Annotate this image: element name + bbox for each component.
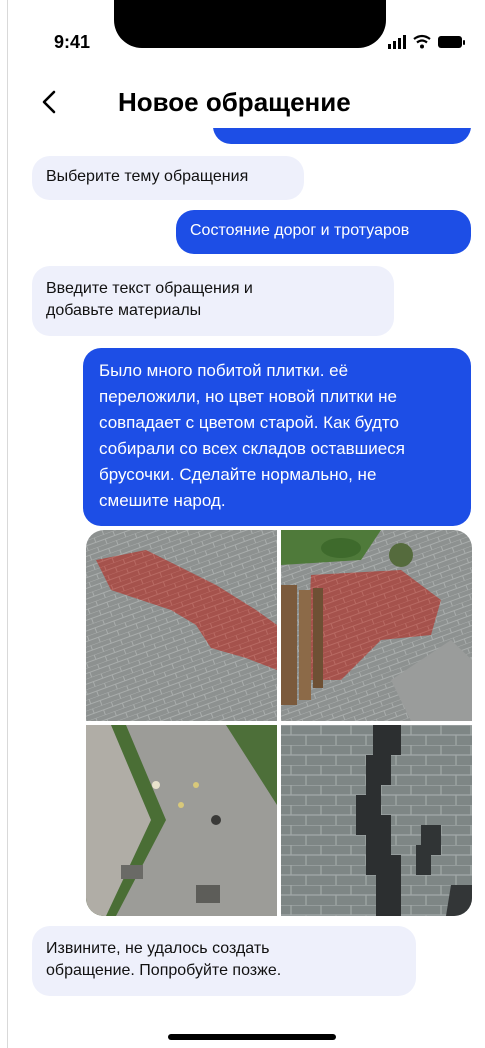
battery-icon xyxy=(438,36,465,48)
message-bot-text-prompt: Введите текст обращения и добавьте матер… xyxy=(32,266,394,336)
message-user-topic: Состояние дорог и тротуаров xyxy=(176,210,471,254)
page-title: Новое обращение xyxy=(118,87,351,117)
photo-attachment[interactable] xyxy=(86,725,277,916)
message-text-line: смешите народ. xyxy=(99,491,226,510)
photo-attachment[interactable] xyxy=(86,530,277,721)
page-header: Новое обращение xyxy=(8,80,484,128)
message-text: Состояние дорог и тротуаров xyxy=(190,222,410,239)
message-bot-error: Извините, не удалось создать обращение. … xyxy=(32,926,416,996)
status-time: 9:41 xyxy=(54,32,91,52)
message-text-line: Было много побитой плитки. её xyxy=(99,361,349,380)
message-bot-topic-prompt: Выберите тему обращения xyxy=(32,156,304,200)
message-bubble-partial xyxy=(213,128,471,144)
photo-attachments-grid xyxy=(86,530,472,916)
chat-thread[interactable]: Выберите тему обращения Состояние дорог … xyxy=(8,128,484,1028)
back-chevron-icon[interactable] xyxy=(36,88,64,116)
message-text: Выберите тему обращения xyxy=(46,168,249,185)
message-text-line: добавьте материалы xyxy=(46,302,202,319)
message-text-line: переложили, но цвет новой плитки не xyxy=(99,387,397,406)
phone-screen: 9:41 Новое обращение Выберите тему обращ… xyxy=(7,0,484,1048)
message-text-line: Введите текст обращения и xyxy=(46,280,253,297)
camera-notch xyxy=(114,0,386,48)
message-text-line: собирали со всех складов оставшиеся xyxy=(99,439,405,458)
home-indicator[interactable] xyxy=(168,1034,336,1040)
message-text-line: Извините, не удалось создать xyxy=(46,940,270,957)
message-user-text: Было много побитой плитки. её переложили… xyxy=(83,348,471,526)
message-text-line: обращение. Попробуйте позже. xyxy=(46,962,282,979)
signal-icon xyxy=(388,35,406,49)
message-text-line: брусочки. Сделайте нормально, не xyxy=(99,465,377,484)
message-text-line: совпадает с цветом старой. Как будто xyxy=(99,413,399,432)
wifi-icon xyxy=(413,34,431,49)
photo-attachment[interactable] xyxy=(281,725,472,916)
status-bar: 9:41 xyxy=(8,0,484,60)
system-icons xyxy=(388,34,465,49)
photo-attachment[interactable] xyxy=(281,530,472,721)
